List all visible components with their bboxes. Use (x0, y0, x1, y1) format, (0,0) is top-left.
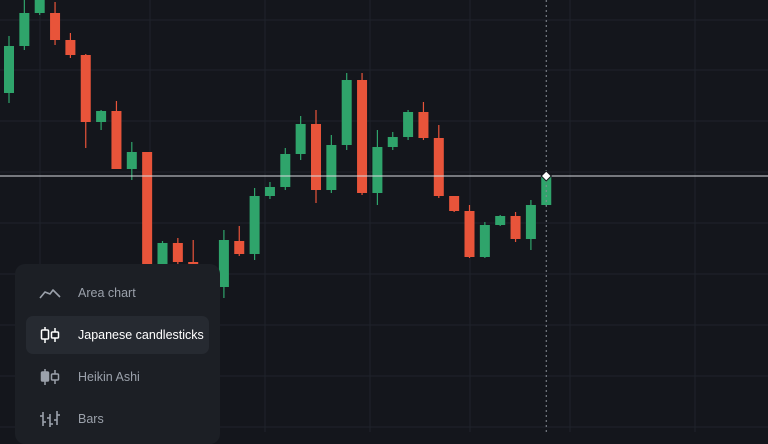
candle-down (142, 152, 153, 265)
candle-up (157, 243, 168, 265)
candle-up (525, 205, 536, 239)
menu-item-label: Bars (78, 412, 104, 426)
candle-up (126, 152, 137, 169)
candle-down (510, 216, 521, 239)
candle-up (479, 225, 490, 257)
candle-up (19, 13, 30, 46)
candle-up (387, 137, 398, 147)
candle-down (65, 40, 76, 55)
menu-item-label: Japanese candlesticks (78, 328, 204, 342)
candle-up (218, 240, 229, 287)
candle-down (433, 138, 444, 196)
chart-type-menu: Area chart Japanese candlesticks Heikin … (15, 264, 220, 444)
candle-up (96, 111, 107, 122)
candle-down (111, 111, 122, 169)
menu-item-label: Heikin Ashi (78, 370, 140, 384)
candle-up (403, 112, 414, 137)
heikin-ashi-icon (38, 367, 62, 387)
candle-down (418, 112, 429, 138)
candle-up (326, 145, 337, 190)
candle-up (295, 124, 306, 154)
candle-up (341, 80, 352, 145)
candle-down (449, 196, 460, 211)
candle-down (234, 241, 245, 254)
candle-down (80, 55, 91, 122)
menu-item-area-chart[interactable]: Area chart (26, 274, 209, 312)
candle-up (372, 147, 383, 193)
candle-up (495, 216, 506, 225)
candle-up (34, 0, 45, 13)
candle-down (464, 211, 475, 257)
bars-icon (38, 409, 62, 429)
candle-up (4, 46, 14, 93)
candle-up (264, 187, 275, 196)
candle-up (249, 196, 260, 254)
candlesticks-icon (38, 325, 62, 345)
candle-down (311, 124, 321, 190)
candle-down (50, 13, 61, 40)
menu-item-heikin-ashi[interactable]: Heikin Ashi (26, 358, 209, 396)
candle-down (172, 243, 183, 262)
menu-item-label: Area chart (78, 286, 136, 300)
candle-up (280, 154, 291, 187)
menu-item-bars[interactable]: Bars (26, 400, 209, 438)
area-chart-icon (38, 283, 62, 303)
menu-item-japanese-candlesticks[interactable]: Japanese candlesticks (26, 316, 209, 354)
